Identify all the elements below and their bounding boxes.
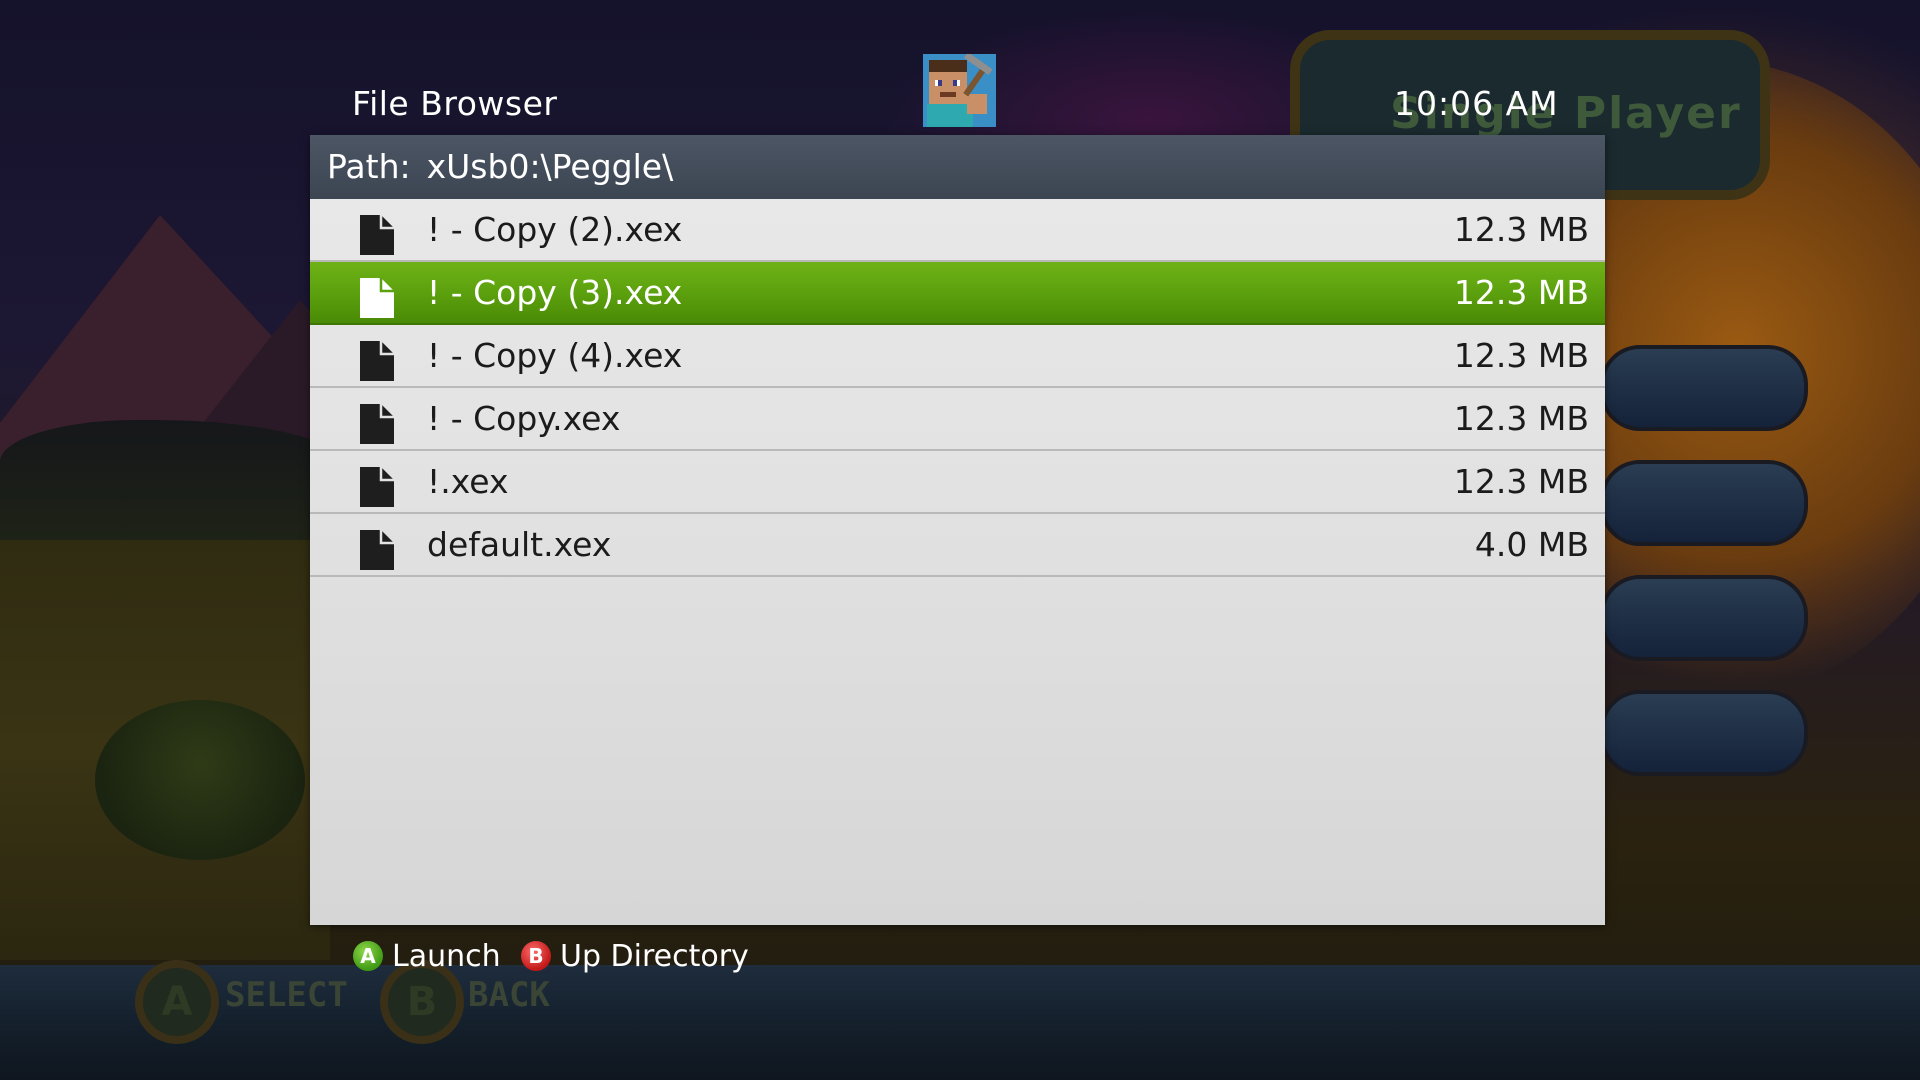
background-treeline	[0, 420, 340, 560]
background-menu-pill	[1600, 575, 1808, 661]
b-button-icon: B	[521, 941, 551, 971]
path-value: xUsb0:\Peggle\	[426, 147, 674, 186]
file-row[interactable]: !.xex 12.3 MB	[310, 451, 1605, 514]
up-directory-label: Up Directory	[560, 938, 749, 974]
background-menu-pill	[1600, 460, 1808, 546]
up-directory-hint[interactable]: B Up Directory	[521, 938, 749, 974]
background-select-text: SELECT	[225, 975, 348, 1015]
file-row[interactable]: default.xex 4.0 MB	[310, 514, 1605, 577]
file-icon	[360, 213, 394, 255]
background-bush	[95, 700, 305, 860]
avatar	[923, 54, 996, 127]
file-size: 12.3 MB	[1453, 336, 1589, 375]
file-list: ! - Copy (2).xex 12.3 MB ! - Copy (3).xex 1…	[310, 199, 1605, 577]
background-a-button-icon: A	[135, 960, 219, 1044]
background-menu-pill	[1600, 345, 1808, 431]
launch-label: Launch	[392, 938, 501, 974]
file-name: default.xex	[427, 525, 612, 564]
file-row[interactable]: ! - Copy (4).xex 12.3 MB	[310, 325, 1605, 388]
launch-hint[interactable]: A Launch	[353, 938, 501, 974]
file-icon	[360, 528, 394, 570]
file-name: ! - Copy (2).xex	[427, 210, 683, 249]
background-back-text: BACK	[468, 975, 550, 1015]
file-icon	[360, 276, 394, 318]
clock: 10:06 AM	[1394, 84, 1559, 123]
file-row[interactable]: ! - Copy (3).xex 12.3 MB	[310, 262, 1605, 325]
page-title: File Browser	[352, 84, 558, 123]
file-row[interactable]: ! - Copy.xex 12.3 MB	[310, 388, 1605, 451]
file-icon	[360, 339, 394, 381]
file-row[interactable]: ! - Copy (2).xex 12.3 MB	[310, 199, 1605, 262]
file-size: 12.3 MB	[1453, 273, 1589, 312]
a-button-icon: A	[353, 941, 383, 971]
path-bar: Path: xUsb0:\Peggle\	[310, 135, 1605, 199]
file-name: ! - Copy.xex	[427, 399, 621, 438]
file-size: 12.3 MB	[1453, 399, 1589, 438]
file-name: ! - Copy (4).xex	[427, 336, 683, 375]
file-size: 4.0 MB	[1474, 525, 1589, 564]
file-size: 12.3 MB	[1453, 462, 1589, 501]
file-name: !.xex	[427, 462, 509, 501]
file-icon	[360, 465, 394, 507]
file-size: 12.3 MB	[1453, 210, 1589, 249]
file-browser-panel: Path: xUsb0:\Peggle\ ! - Copy (2).xex 12.3…	[310, 135, 1605, 925]
background-menu-pill	[1600, 690, 1808, 776]
minecraft-steve-avatar-icon	[923, 54, 996, 127]
file-name: ! - Copy (3).xex	[427, 273, 683, 312]
path-label: Path:	[327, 147, 411, 186]
file-icon	[360, 402, 394, 444]
